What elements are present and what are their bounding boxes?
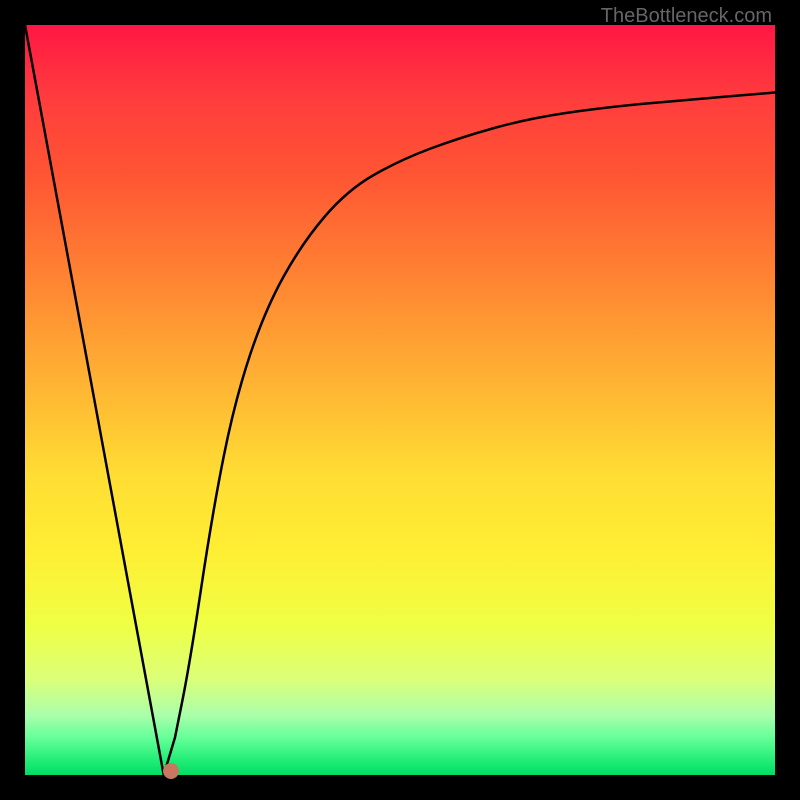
chart-marker-dot bbox=[163, 763, 179, 779]
watermark-text: TheBottleneck.com bbox=[601, 5, 772, 28]
chart-curve bbox=[25, 25, 775, 775]
